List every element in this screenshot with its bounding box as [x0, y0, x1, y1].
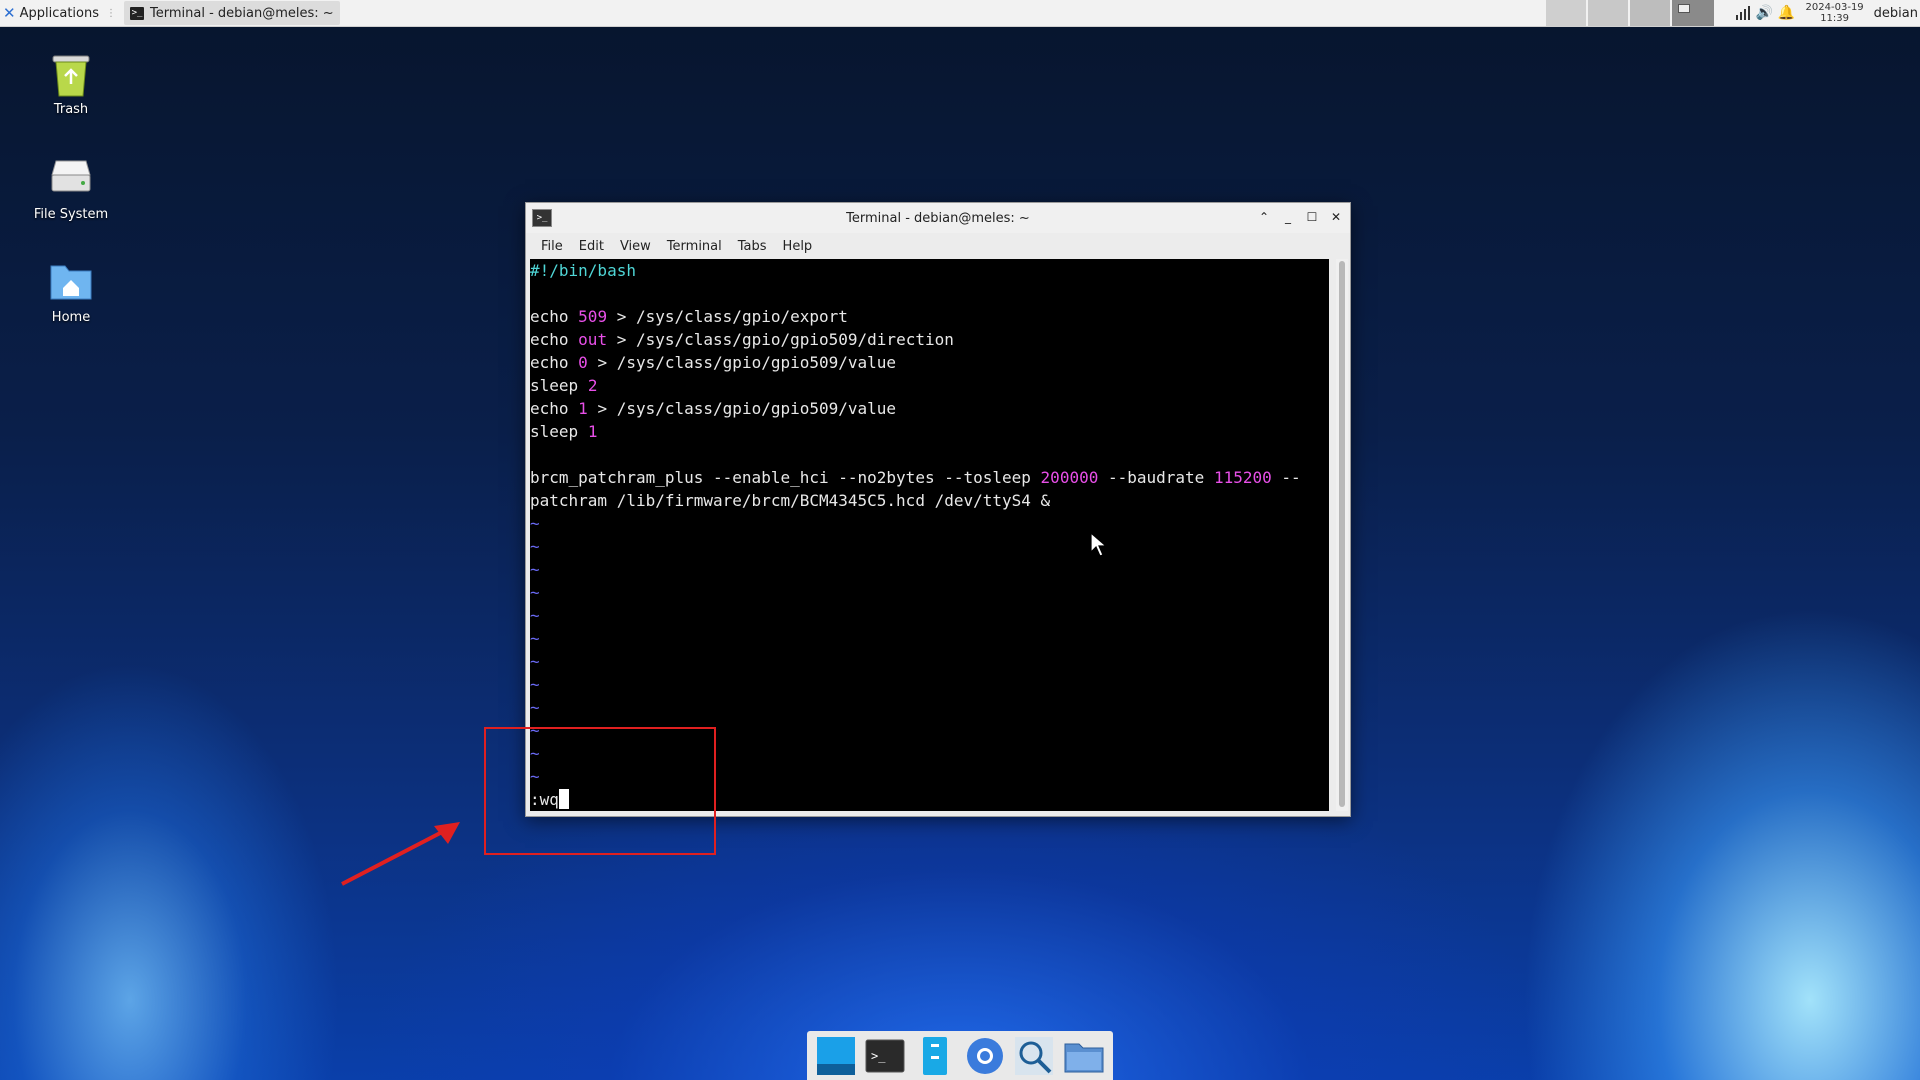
menu-bar: File Edit View Terminal Tabs Help: [526, 233, 1350, 259]
minimize-button[interactable]: _: [1280, 209, 1296, 225]
empty-line-tilde: ~: [530, 698, 540, 717]
desktop-icon-trash[interactable]: Trash: [21, 50, 121, 117]
script-line: brcm_patchram_plus --enable_hci --no2byt…: [530, 466, 1329, 489]
line-cmd: echo: [530, 307, 569, 326]
applications-menu[interactable]: ✕ Applications ⋮: [0, 0, 124, 26]
menu-edit[interactable]: Edit: [572, 236, 611, 257]
line-rest: > /sys/class/gpio/gpio509/value: [587, 399, 897, 418]
terminal-icon: >_: [130, 6, 144, 20]
taskbar-terminal-button[interactable]: >_ Terminal - debian@meles: ~: [124, 1, 340, 25]
annotation-highlight-box: [484, 727, 716, 855]
empty-line-tilde: ~: [530, 629, 540, 648]
desktop-icon-label: Trash: [53, 102, 89, 117]
line-cmd: echo: [530, 330, 569, 349]
script-line-shebang: #!/bin/bash: [530, 261, 636, 280]
applications-label: Applications: [19, 5, 99, 21]
line-value: 1: [578, 399, 588, 418]
empty-line-tilde: ~: [530, 583, 540, 602]
browser-icon[interactable]: [964, 1035, 1006, 1077]
workspace-2[interactable]: [1588, 0, 1628, 26]
taskbar-terminal-label: Terminal - debian@meles: ~: [150, 5, 334, 21]
workspace-1[interactable]: [1546, 0, 1586, 26]
desktop-icon-file-system[interactable]: File System: [21, 155, 121, 222]
desktop-icon-home[interactable]: Home: [21, 258, 121, 325]
clock-date: 2024-03-19: [1805, 2, 1864, 13]
clock-time: 11:39: [1820, 13, 1850, 24]
dock: >_: [807, 1031, 1113, 1080]
home-folder-icon: [48, 258, 94, 304]
window-title: Terminal - debian@meles: ~: [846, 210, 1030, 226]
line-value: 0: [578, 353, 588, 372]
folder-icon[interactable]: [1063, 1035, 1105, 1077]
menu-file[interactable]: File: [534, 236, 570, 257]
script-line: sleep 1: [530, 420, 1329, 443]
script-line: echo 0 > /sys/class/gpio/gpio509/value: [530, 351, 1329, 374]
line-value: 200000: [1040, 468, 1099, 487]
network-icon[interactable]: [1732, 2, 1754, 24]
menu-view[interactable]: View: [613, 236, 658, 257]
empty-line-tilde: ~: [530, 537, 540, 556]
clock[interactable]: 2024-03-19 11:39: [1806, 2, 1864, 24]
desktop-icon-label: Home: [51, 310, 91, 325]
line-value: 1: [587, 422, 598, 441]
top-panel: ✕ Applications ⋮ >_ Terminal - debian@me…: [0, 0, 1920, 27]
script-line: echo out > /sys/class/gpio/gpio509/direc…: [530, 328, 1329, 351]
workspace-3[interactable]: [1630, 0, 1670, 26]
line-cmd: echo: [530, 353, 569, 372]
menu-terminal[interactable]: Terminal: [660, 236, 729, 257]
scrollbar-thumb[interactable]: [1339, 261, 1345, 807]
terminal-icon[interactable]: >_: [864, 1035, 906, 1077]
empty-line-tilde: ~: [530, 514, 540, 533]
line-cmd: sleep: [530, 376, 579, 395]
menu-tabs[interactable]: Tabs: [731, 236, 774, 257]
search-icon[interactable]: [1013, 1035, 1055, 1077]
shade-button[interactable]: ⌃: [1256, 209, 1272, 225]
notification-bell-icon[interactable]: 🔔: [1776, 2, 1798, 24]
user-menu[interactable]: debian: [1874, 6, 1918, 21]
desktop-icon-label: File System: [33, 207, 109, 222]
maximize-button[interactable]: ☐: [1304, 209, 1320, 225]
line-part: --baudrate: [1098, 468, 1214, 487]
mouse-pointer-icon: [1090, 532, 1108, 557]
script-line: echo 1 > /sys/class/gpio/gpio509/value: [530, 397, 1329, 420]
empty-line-tilde: ~: [530, 675, 540, 694]
workspace-4[interactable]: [1672, 0, 1714, 26]
line-value: 509: [578, 307, 608, 326]
line-value: out: [578, 330, 608, 349]
trash-icon: [48, 50, 94, 97]
line-cmd: sleep: [530, 422, 579, 441]
file-manager-icon[interactable]: [914, 1035, 956, 1077]
line-rest: > /sys/class/gpio/gpio509/value: [587, 353, 897, 372]
scrollbar[interactable]: [1336, 259, 1348, 811]
script-line: patchram /lib/firmware/brcm/BCM4345C5.hc…: [530, 491, 1051, 510]
show-desktop-icon[interactable]: [815, 1035, 857, 1077]
line-cmd: echo: [530, 399, 569, 418]
line-part: --: [1271, 468, 1301, 487]
script-line: sleep 2: [530, 374, 1329, 397]
line-part: brcm_patchram_plus --enable_hci --no2byt…: [530, 468, 1041, 487]
line-rest: > /sys/class/gpio/gpio509/direction: [607, 330, 954, 349]
empty-line-tilde: ~: [530, 560, 540, 579]
menu-help[interactable]: Help: [776, 236, 820, 257]
panel-separator: ⋮: [106, 7, 116, 19]
empty-line-tilde: ~: [530, 652, 540, 671]
xfce-logo-icon: ✕: [3, 4, 16, 22]
svg-text:>_: >_: [871, 1049, 886, 1063]
line-rest: > /sys/class/gpio/export: [607, 307, 848, 326]
close-button[interactable]: ✕: [1328, 209, 1344, 225]
annotation-arrow-icon: [341, 822, 460, 886]
empty-line-tilde: ~: [530, 606, 540, 625]
drive-icon: [48, 155, 94, 201]
line-value: 115200: [1213, 468, 1272, 487]
line-value: 2: [587, 376, 598, 395]
system-tray: 🔊 🔔 2024-03-19 11:39 debian: [1732, 0, 1920, 26]
script-line: echo 509 > /sys/class/gpio/export: [530, 305, 1329, 328]
terminal-window[interactable]: >_ Terminal - debian@meles: ~ ⌃ _ ☐ ✕ Fi…: [525, 202, 1351, 817]
window-titlebar[interactable]: >_ Terminal - debian@meles: ~ ⌃ _ ☐ ✕: [526, 203, 1350, 233]
volume-icon[interactable]: 🔊: [1754, 2, 1776, 24]
